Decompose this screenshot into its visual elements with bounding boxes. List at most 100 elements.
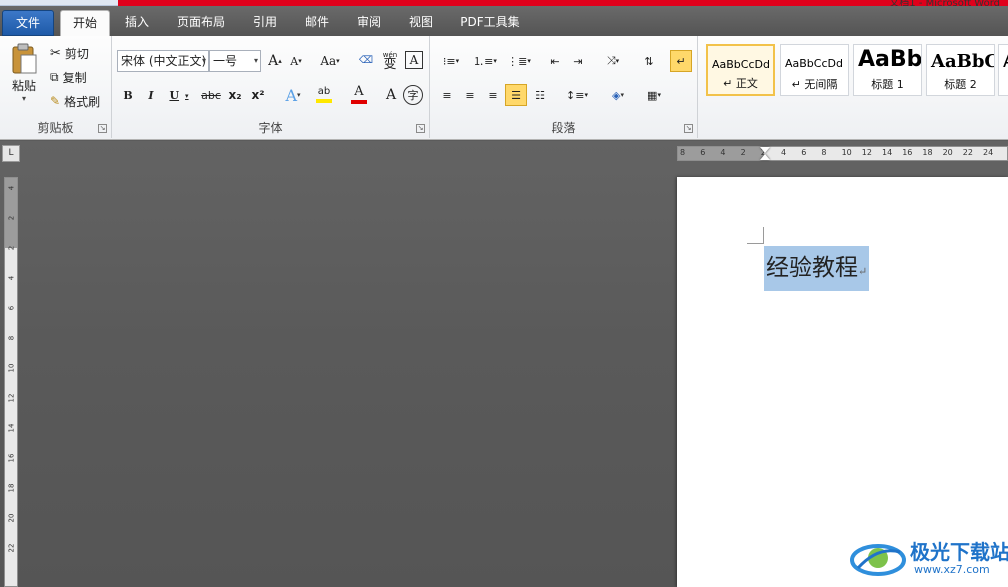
style-title[interactable]: A xyxy=(998,44,1008,96)
highlight-button[interactable]: ab xyxy=(310,84,338,106)
line-spacing-button[interactable]: ↕≡ ▾ xyxy=(562,84,592,106)
bold-button[interactable]: B xyxy=(118,84,138,106)
style-sample: AaBb xyxy=(858,47,922,72)
watermark-name: 极光下载站 xyxy=(910,540,1008,564)
tab-mailings[interactable]: 邮件 xyxy=(296,10,338,36)
font-dialog-launcher[interactable]: ↘ xyxy=(416,124,425,133)
paragraph-dialog-launcher[interactable]: ↘ xyxy=(684,124,693,133)
font-color-bar xyxy=(351,100,367,104)
watermark-url: www.xz7.com xyxy=(914,563,990,576)
paragraph-group: ⁝≡ ▾ ⒈≡ ▾ ⋮≣ ▾ ⇤ ⇥ ⤨ ▾ ⇅ ↵ ≡ ≡ ≡ ☰ ☷ ↕≡ ▾ ◈ ▾ … xyxy=(430,36,698,138)
paragraph-mark-icon: ↵ xyxy=(676,54,686,68)
text-effects-button[interactable]: A ▾ xyxy=(280,84,306,106)
paste-button[interactable]: 粘贴 ▾ xyxy=(6,40,42,106)
style-normal[interactable]: AaBbCcDd ↵ 正文 xyxy=(706,44,775,96)
align-left-button[interactable]: ≡ xyxy=(436,84,458,106)
clipboard-group-label: 剪贴板 xyxy=(37,121,74,135)
change-case-icon: Aa xyxy=(320,54,337,68)
ruler-tick: 4 xyxy=(7,185,16,191)
shading-button[interactable]: ◈ ▾ xyxy=(602,84,634,106)
grow-font-button[interactable]: A ▴ xyxy=(265,51,285,71)
tab-selector[interactable]: L xyxy=(2,145,20,162)
ruler-tick: 16 xyxy=(7,453,16,463)
tab-insert[interactable]: 插入 xyxy=(116,10,158,36)
copy-button[interactable]: ⧉ 复制 xyxy=(50,68,87,86)
ruler-tick: 8 xyxy=(7,335,16,341)
font-size-select[interactable]: 一号 ▾ xyxy=(209,50,261,72)
distributed-icon: ☷ xyxy=(535,88,545,102)
tab-pdf-tools[interactable]: PDF工具集 xyxy=(452,10,528,36)
style-name: ↵ 无间隔 xyxy=(791,78,838,91)
tab-references[interactable]: 引用 xyxy=(244,10,286,36)
enclose-characters-button[interactable]: 字 xyxy=(403,85,423,105)
grow-font-icon: A xyxy=(268,53,279,69)
style-heading-2[interactable]: AaBbC 标题 2 xyxy=(926,44,995,96)
chinese-layout-button[interactable]: ⤨ ▾ xyxy=(598,50,628,72)
highlight-color-bar xyxy=(316,99,332,103)
align-left-icon: ≡ xyxy=(442,88,452,102)
scissors-icon: ✂ xyxy=(50,45,61,61)
character-shading-button[interactable]: A xyxy=(382,84,400,106)
multilevel-list-icon: ⋮≣ xyxy=(507,54,528,68)
align-center-button[interactable]: ≡ xyxy=(459,84,481,106)
tab-review[interactable]: 审阅 xyxy=(348,10,390,36)
numbering-button[interactable]: ⒈≡ ▾ xyxy=(470,50,500,72)
style-heading-1[interactable]: AaBb 标题 1 xyxy=(853,44,922,96)
clipboard-dialog-launcher[interactable]: ↘ xyxy=(98,124,107,133)
font-group-label: 字体 xyxy=(258,121,283,135)
align-right-button[interactable]: ≡ xyxy=(482,84,504,106)
ruler-tick: 2 xyxy=(7,215,16,221)
italic-button[interactable]: I xyxy=(141,84,161,106)
hanging-indent-marker[interactable] xyxy=(760,154,770,160)
borders-button[interactable]: ▦ ▾ xyxy=(638,84,670,106)
paragraph-mark: ↵ xyxy=(858,265,868,278)
shrink-font-button[interactable]: A ▾ xyxy=(286,51,306,71)
ruler-tick: 6 xyxy=(700,148,706,157)
show-hide-marks-button[interactable]: ↵ xyxy=(670,50,692,72)
style-no-spacing[interactable]: AaBbCcDd ↵ 无间隔 xyxy=(780,44,849,96)
horizontal-ruler[interactable]: 8 6 4 2 2 4 6 8 10 12 14 16 18 20 22 24 xyxy=(677,146,1008,161)
tab-view[interactable]: 视图 xyxy=(400,10,442,36)
distributed-button[interactable]: ☷ xyxy=(529,84,551,106)
cut-button[interactable]: ✂ 剪切 xyxy=(50,44,89,62)
multilevel-list-button[interactable]: ⋮≣ ▾ xyxy=(504,50,534,72)
style-name: 标题 2 xyxy=(944,78,977,91)
font-name-value: 宋体 (中文正文) xyxy=(121,54,207,68)
ruler-tick: 10 xyxy=(841,148,852,157)
selected-text[interactable]: 经验教程↵ xyxy=(764,246,870,291)
superscript-button[interactable]: x² xyxy=(248,84,268,106)
bullets-button[interactable]: ⁝≡ ▾ xyxy=(436,50,466,72)
ruler-tick: 6 xyxy=(7,305,16,311)
subscript-button[interactable]: x₂ xyxy=(225,84,245,106)
decrease-indent-button[interactable]: ⇤ xyxy=(544,50,566,72)
document-text[interactable]: 经验教程 xyxy=(766,255,858,281)
strikethrough-button[interactable]: abc xyxy=(200,84,222,106)
change-case-button[interactable]: Aa ▾ xyxy=(316,51,344,71)
document-page[interactable]: 经验教程↵ xyxy=(677,177,1008,587)
character-border-button[interactable]: A xyxy=(405,51,423,69)
format-painter-button[interactable]: ✎ 格式刷 xyxy=(50,92,100,110)
sort-button[interactable]: ⇅ xyxy=(638,50,660,72)
phonetic-guide-button[interactable]: wén 变 xyxy=(379,49,401,71)
tab-page-layout[interactable]: 页面布局 xyxy=(168,10,234,36)
justify-button[interactable]: ☰ xyxy=(505,84,527,106)
clear-formatting-button[interactable]: ⌫ xyxy=(355,49,377,71)
ruler-tick: 12 xyxy=(7,393,16,403)
underline-button[interactable]: U ▾ xyxy=(164,84,194,106)
increase-indent-button[interactable]: ⇥ xyxy=(567,50,589,72)
font-color-button[interactable]: A xyxy=(345,84,373,106)
shrink-font-icon: A xyxy=(290,54,299,68)
chinese-layout-icon: ⤨ xyxy=(606,54,616,67)
style-name: ↵ 正文 xyxy=(723,77,758,90)
ruler-tick: 12 xyxy=(861,148,872,157)
tab-file[interactable]: 文件 xyxy=(2,10,54,36)
highlighter-icon: ab xyxy=(317,86,331,97)
justify-icon: ☰ xyxy=(511,88,521,102)
ruler-tick: 14 xyxy=(882,148,893,157)
ruler-tick: 14 xyxy=(7,423,16,433)
tab-home[interactable]: 开始 xyxy=(60,10,110,36)
font-name-select[interactable]: 宋体 (中文正文) ▾ xyxy=(117,50,209,72)
vertical-ruler[interactable]: 4 2 2 4 6 8 10 12 14 16 18 20 22 xyxy=(4,177,18,587)
first-line-indent-marker[interactable] xyxy=(760,147,770,153)
border-icon: ▦ xyxy=(647,88,658,102)
